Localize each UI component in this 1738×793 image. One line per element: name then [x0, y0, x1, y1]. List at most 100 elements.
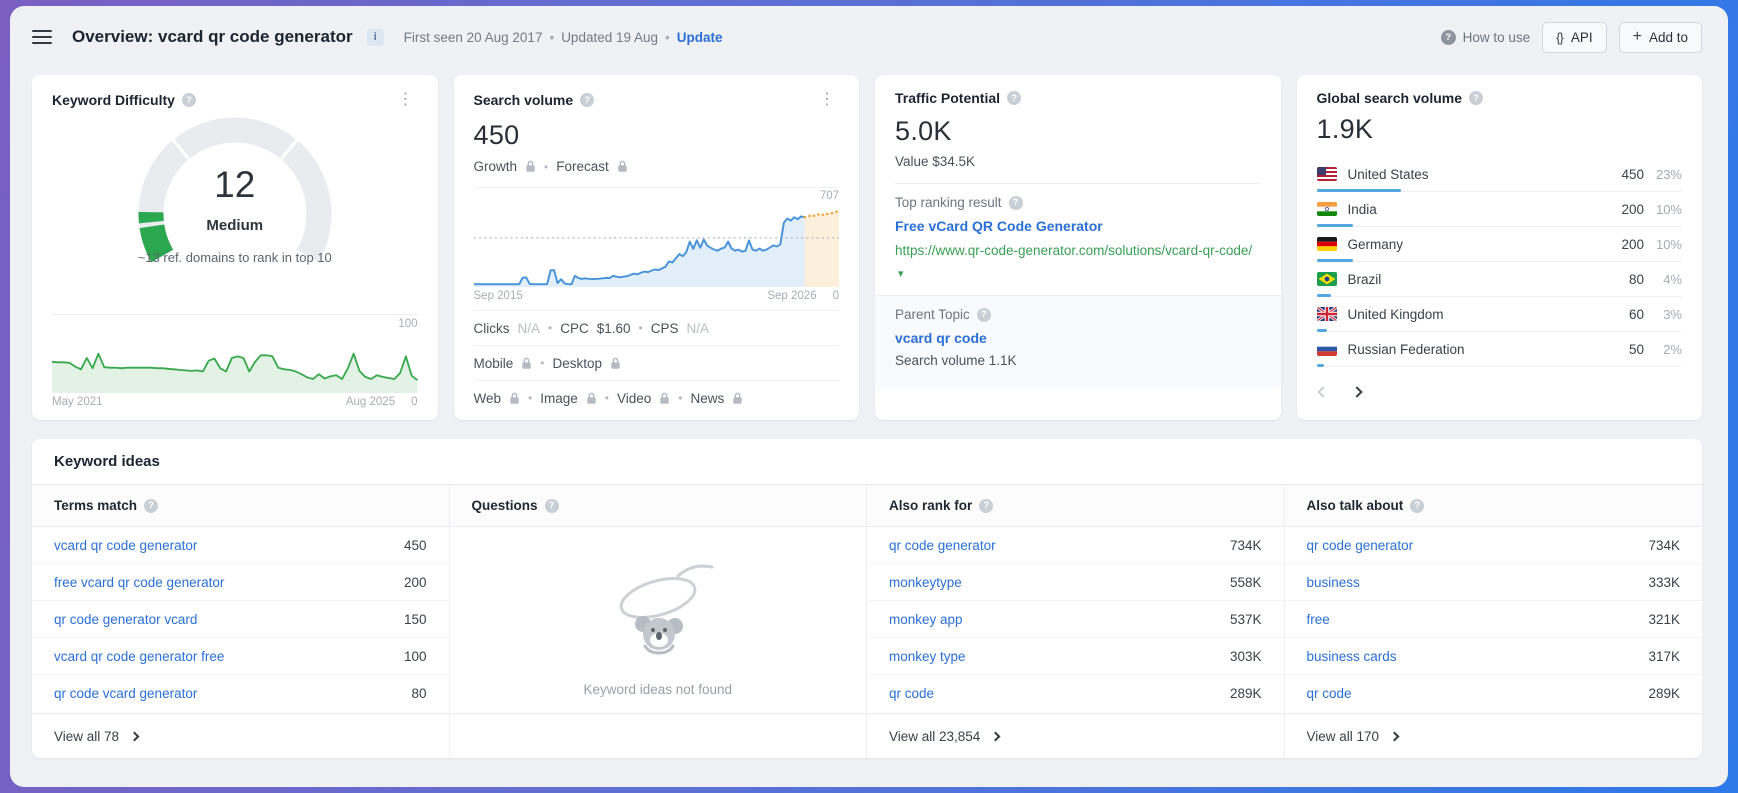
keyword-link[interactable]: qr code	[889, 686, 934, 701]
separator-dot: •	[548, 321, 552, 335]
keyword-volume: 200	[404, 575, 427, 590]
api-button[interactable]: {} API	[1542, 22, 1606, 53]
cpc-label: CPC	[560, 321, 589, 336]
news-label[interactable]: News	[690, 391, 724, 406]
how-to-use-link[interactable]: ? How to use	[1441, 30, 1531, 45]
top-ranking-result-link[interactable]: Free vCard QR Code Generator	[895, 218, 1261, 234]
kebab-menu-icon[interactable]: ⋮	[815, 90, 839, 110]
difficulty-gauge[interactable]: 12 Medium	[130, 114, 340, 272]
keyword-ideas-card: Keyword ideas Terms match ? vcard qr cod…	[32, 439, 1702, 758]
web-label[interactable]: Web	[474, 391, 502, 406]
clicks-label: Clicks	[474, 321, 510, 336]
keyword-link[interactable]: free	[1307, 612, 1330, 627]
country-row: Brazil 80 4%	[1317, 262, 1683, 297]
flag-gb-icon	[1317, 307, 1337, 321]
keyword-row: qr code generator 734K	[1285, 527, 1703, 564]
questions-header: Questions	[472, 498, 538, 513]
cpc-value: $1.60	[597, 321, 631, 336]
keyword-link[interactable]: monkey type	[889, 649, 966, 664]
traffic-potential-value: 5.0K	[895, 116, 1261, 147]
image-label[interactable]: Image	[540, 391, 578, 406]
keyword-link[interactable]: free vcard qr code generator	[54, 575, 224, 590]
chevron-right-icon	[130, 731, 140, 741]
mobile-label[interactable]: Mobile	[474, 356, 514, 371]
search-volume-chart[interactable]: 707 Sep 2015 Sep 2026 0	[474, 187, 840, 302]
keyword-link[interactable]: qr code generator	[1307, 538, 1414, 553]
keyword-link[interactable]: monkey app	[889, 612, 963, 627]
also-talk-about-header: Also talk about	[1307, 498, 1404, 513]
info-badge[interactable]: i	[367, 29, 384, 46]
keyword-row: vcard qr code generator 450	[32, 527, 449, 564]
growth-label[interactable]: Growth	[474, 159, 518, 174]
help-icon[interactable]: ?	[1007, 91, 1021, 105]
difficulty-value: 12	[130, 164, 340, 206]
keyword-row: free 321K	[1285, 601, 1703, 638]
help-icon[interactable]: ?	[977, 308, 991, 322]
parent-topic-link[interactable]: vcard qr code	[895, 330, 1261, 346]
help-icon[interactable]: ?	[1469, 91, 1483, 105]
api-button-label: API	[1571, 30, 1593, 45]
lock-icon	[525, 160, 536, 173]
chart-end-label: Sep 2026	[767, 290, 816, 302]
view-all-label: View all 170	[1307, 729, 1380, 744]
caret-down-icon[interactable]: ▾	[898, 268, 904, 280]
traffic-value-line: Value $34.5K	[895, 154, 1261, 183]
traffic-potential-title: Traffic Potential	[895, 90, 1000, 106]
flag-br-icon	[1317, 272, 1337, 286]
help-icon[interactable]: ?	[545, 499, 559, 513]
keyword-link[interactable]: vcard qr code generator free	[54, 649, 224, 664]
cps-label: CPS	[651, 321, 679, 336]
country-list: United States 450 23% India 200 10% Germ…	[1317, 157, 1683, 367]
view-all-label: View all 78	[54, 729, 119, 744]
country-volume: 60	[1600, 307, 1644, 322]
keyword-link[interactable]: business cards	[1307, 649, 1397, 664]
difficulty-trend-chart[interactable]: 100 May 2021 Aug 2025 0	[52, 314, 418, 408]
view-all-link[interactable]: View all 23,854	[867, 714, 1284, 758]
view-all-link[interactable]: View all 78	[32, 714, 449, 758]
help-icon[interactable]: ?	[182, 93, 196, 107]
terms-match-column: Terms match ? vcard qr code generator 45…	[32, 485, 450, 758]
keyword-link[interactable]: qr code	[1307, 686, 1352, 701]
update-link[interactable]: Update	[677, 30, 723, 45]
next-page-icon[interactable]	[1353, 383, 1361, 401]
top-ranking-block: Top ranking result ? Free vCard QR Code …	[895, 183, 1261, 295]
country-row: India 200 10%	[1317, 192, 1683, 227]
country-percent: 10%	[1644, 237, 1682, 252]
keyword-meta: First seen 20 Aug 2017 • Updated 19 Aug …	[404, 30, 723, 45]
keyword-volume: 289K	[1648, 686, 1680, 701]
keyword-row: monkey app 537K	[867, 601, 1284, 638]
keyword-link[interactable]: vcard qr code generator	[54, 538, 197, 553]
keyword-link[interactable]: monkeytype	[889, 575, 962, 590]
keyword-link[interactable]: business	[1307, 575, 1360, 590]
country-name: Russian Federation	[1348, 342, 1601, 357]
help-icon[interactable]: ?	[144, 499, 158, 513]
keyword-link[interactable]: qr code generator	[889, 538, 996, 553]
prev-page-icon[interactable]	[1319, 383, 1327, 401]
keyword-link[interactable]: qr code vcard generator	[54, 686, 197, 701]
lock-icon	[659, 392, 670, 405]
forecast-label[interactable]: Forecast	[556, 159, 609, 174]
view-all-link[interactable]: View all 170	[1285, 714, 1703, 758]
keyword-link[interactable]: qr code generator vcard	[54, 612, 197, 627]
separator-dot: •	[549, 30, 554, 45]
keyword-difficulty-card: Keyword Difficulty ? ⋮ 12 Medium ~13 ref…	[32, 75, 438, 420]
parent-topic-block: Parent Topic ? vcard qr code Search volu…	[875, 295, 1281, 388]
help-icon[interactable]: ?	[1009, 196, 1023, 210]
top-ranking-url[interactable]: https://www.qr-code-generator.com/soluti…	[895, 240, 1261, 283]
help-icon[interactable]: ?	[580, 93, 594, 107]
search-volume-title: Search volume	[474, 92, 574, 108]
kebab-menu-icon[interactable]: ⋮	[394, 90, 418, 110]
hamburger-menu-icon[interactable]	[32, 30, 52, 44]
help-icon[interactable]: ?	[1410, 499, 1424, 513]
add-to-button[interactable]: + Add to	[1619, 22, 1702, 53]
keyword-volume: 321K	[1648, 612, 1680, 627]
keyword-difficulty-title: Keyword Difficulty	[52, 92, 175, 108]
separator-dot: •	[639, 321, 643, 335]
help-icon[interactable]: ?	[979, 499, 993, 513]
video-label[interactable]: Video	[617, 391, 651, 406]
country-share-bar	[1317, 364, 1324, 367]
desktop-label[interactable]: Desktop	[552, 356, 602, 371]
keyword-volume: 150	[404, 612, 427, 627]
also-rank-for-header: Also rank for	[889, 498, 972, 513]
keyword-row: business cards 317K	[1285, 638, 1703, 675]
